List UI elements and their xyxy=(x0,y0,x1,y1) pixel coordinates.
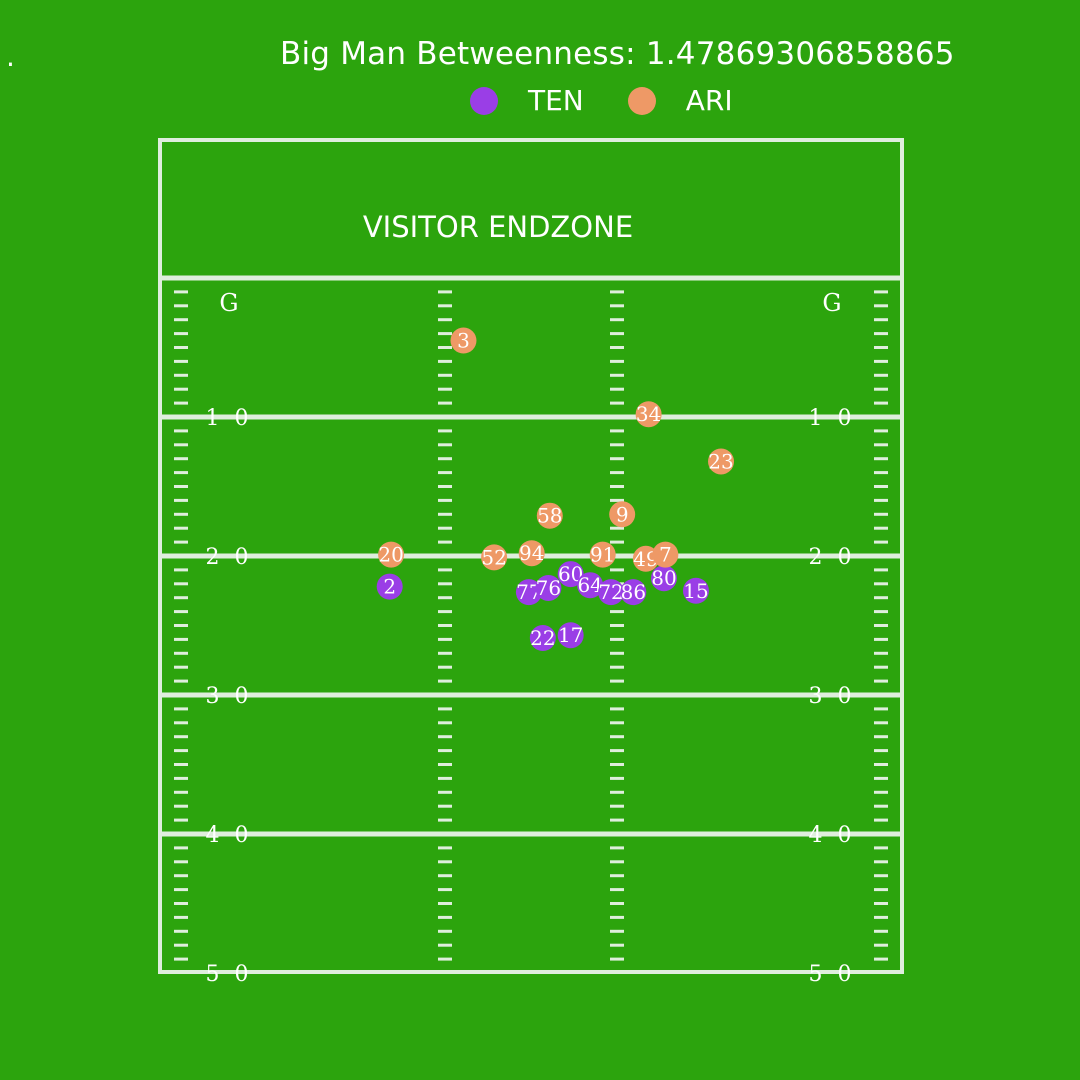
player-marker-ari-52: 52 xyxy=(481,544,508,571)
player-marker-ari-9: 9 xyxy=(609,501,636,528)
player-marker-ari-94: 94 xyxy=(518,540,545,567)
player-number: 52 xyxy=(481,545,506,569)
player-number: 94 xyxy=(519,541,544,565)
player-marker-ari-58: 58 xyxy=(536,502,563,529)
player-marker-ari-23: 23 xyxy=(708,448,735,475)
player-marker-ten-22: 22 xyxy=(529,625,556,652)
player-number: 15 xyxy=(683,579,708,603)
player-marker-ari-3: 3 xyxy=(450,327,477,354)
player-number: 7 xyxy=(659,543,672,567)
goal-label-right: G xyxy=(822,289,841,317)
player-number: 3 xyxy=(457,329,470,353)
endzone-label: VISITOR ENDZONE xyxy=(363,210,633,244)
yard-number-left: 1 0 xyxy=(206,406,253,431)
player-marker-ari-91: 91 xyxy=(589,541,616,568)
yard-number-left: 3 0 xyxy=(206,684,253,709)
player-number: 91 xyxy=(590,543,615,567)
player-number: 86 xyxy=(621,580,646,604)
football-field: VISITOR ENDZONE G G 1 0 1 0 2 0 2 0 3 0 3 0 4 … xyxy=(158,138,904,987)
player-number: 23 xyxy=(708,449,733,473)
player-number: 22 xyxy=(530,626,555,650)
player-marker-ari-7: 7 xyxy=(652,541,679,568)
player-marker-ari-34: 34 xyxy=(635,401,662,428)
player-markers: 2 777660647286801522 173342358 920 52 94 91 49 7 xyxy=(376,327,735,652)
player-number: 9 xyxy=(616,502,629,526)
yard-number-left: 5 0 xyxy=(206,962,253,987)
player-number: 2 xyxy=(383,575,396,599)
player-marker-ten-86: 86 xyxy=(620,579,647,606)
yard-number-right: 3 0 xyxy=(809,684,856,709)
yard-number-right: 1 0 xyxy=(809,406,856,431)
yard-number-right: 5 0 xyxy=(809,962,856,987)
yard-number-right: 4 0 xyxy=(809,823,856,848)
player-number: 58 xyxy=(537,504,562,528)
yard-number-left: 4 0 xyxy=(206,823,253,848)
player-marker-ten-17: 17 xyxy=(557,622,584,649)
yard-number-left: 2 0 xyxy=(206,545,253,570)
player-number: 34 xyxy=(636,402,661,426)
player-marker-ten-15: 15 xyxy=(682,577,709,604)
player-number: 17 xyxy=(558,623,583,647)
player-marker-ari-20: 20 xyxy=(378,541,405,568)
goal-label-left: G xyxy=(219,289,238,317)
yard-number-right: 2 0 xyxy=(809,545,856,570)
player-number: 20 xyxy=(378,543,403,567)
player-marker-ten-2: 2 xyxy=(376,573,403,600)
